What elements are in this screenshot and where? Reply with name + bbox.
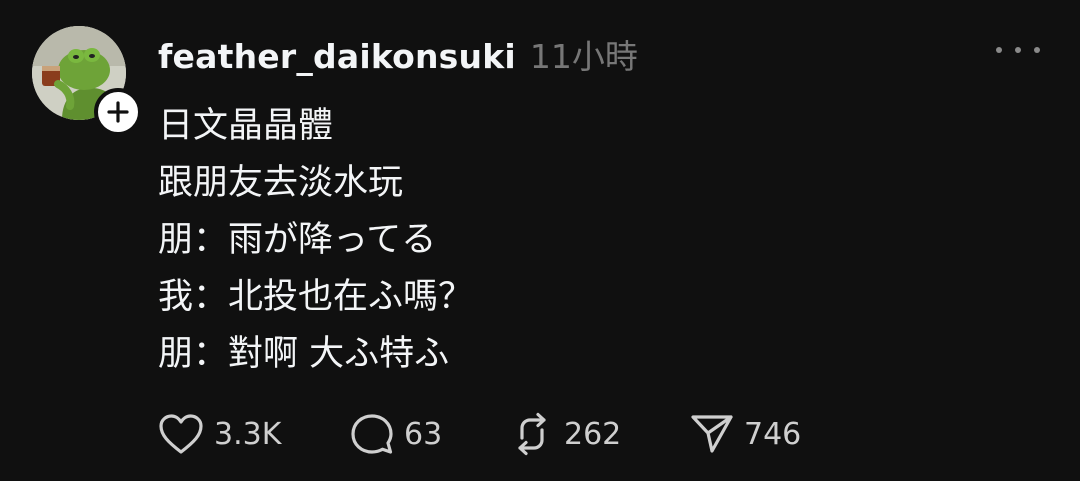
post-text-line: 跟朋友去淡水玩 [158, 163, 404, 203]
comment-count: 63 [404, 416, 443, 452]
post-header: feather_daikonsuki 11小時 [158, 30, 638, 76]
post-text-line: 朋：對啊 大ふ特ふ [158, 334, 450, 374]
repost-icon [518, 412, 546, 456]
post-text: 日文晶晶體 跟朋友去淡水玩 朋：雨が降ってる 我：北投也在ふ嗎？ 朋：對啊 大ふ… [158, 98, 1018, 383]
repost-button[interactable]: 262 [510, 412, 690, 456]
comment-icon [351, 414, 393, 454]
post-text-line: 我：北投也在ふ嗎？ [158, 277, 474, 317]
like-button[interactable]: 3.3K [158, 413, 350, 455]
avatar-container [32, 26, 142, 136]
post-text-line: 日文晶晶體 [158, 106, 334, 146]
plus-icon [107, 101, 129, 123]
more-horizontal-icon [996, 47, 1002, 53]
follow-button[interactable] [94, 88, 142, 136]
repost-count: 262 [564, 416, 622, 452]
like-count: 3.3K [214, 416, 282, 452]
comment-button[interactable]: 63 [350, 412, 510, 456]
thread-post: feather_daikonsuki 11小時 日文晶晶體 跟朋友去淡水玩 朋：… [0, 0, 1080, 481]
post-text-line: 朋：雨が降ってる [158, 220, 437, 260]
share-count: 746 [744, 416, 802, 452]
more-dot [1015, 47, 1021, 53]
username[interactable]: feather_daikonsuki [158, 37, 516, 76]
timestamp: 11小時 [529, 37, 638, 76]
more-options-button[interactable] [996, 38, 1040, 62]
more-dot [1034, 47, 1040, 53]
heart-icon [159, 414, 203, 454]
send-icon [691, 415, 733, 453]
share-button[interactable]: 746 [690, 413, 850, 455]
post-actions: 3.3K 63 262 746 [158, 410, 850, 458]
